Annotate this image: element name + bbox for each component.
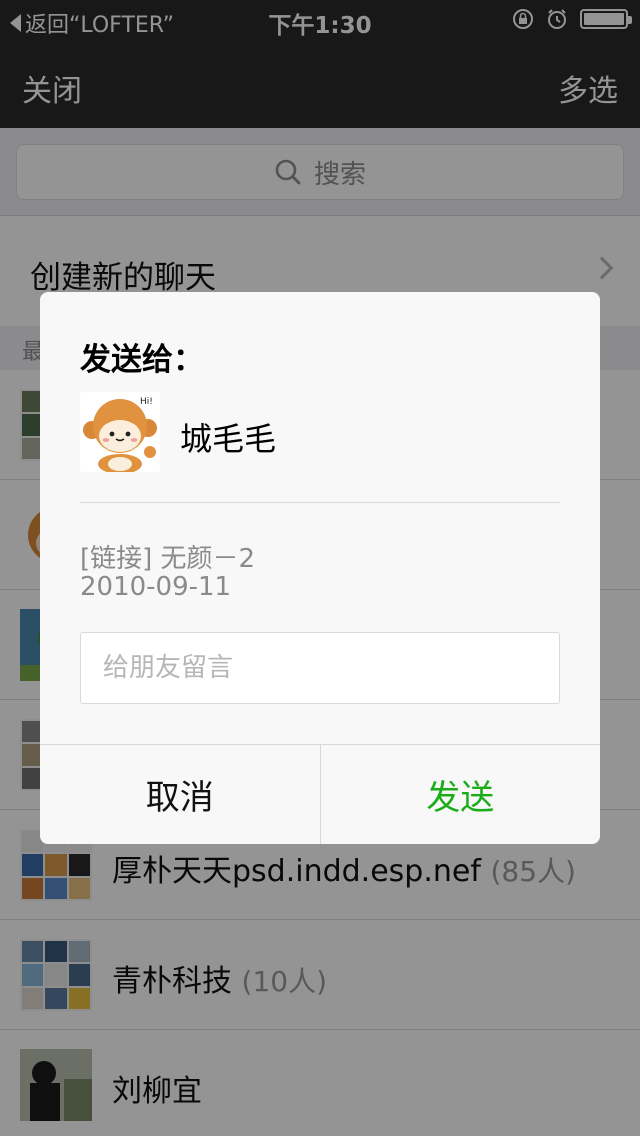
dialog-footer: 取消 发送 [40, 744, 600, 844]
cancel-button[interactable]: 取消 [40, 745, 321, 844]
link-date: 2010-09-11 [80, 572, 232, 602]
link-title: [链接] 无颜－2 [80, 544, 256, 574]
message-input[interactable] [80, 632, 560, 704]
recipient-avatar: Hi! [80, 392, 160, 472]
monkey-avatar-icon: Hi! [80, 392, 160, 472]
recipient-bubble-text: Hi! [140, 397, 153, 407]
send-to-dialog: 发送给： Hi! 城毛毛 [链接] 无颜－2 2010-09-11 给朋友留言 … [40, 292, 600, 844]
recipient-name: 城毛毛 [180, 420, 277, 458]
dialog-title: 发送给： [80, 342, 204, 378]
dialog-divider [80, 502, 560, 503]
send-button[interactable]: 发送 [321, 745, 601, 844]
